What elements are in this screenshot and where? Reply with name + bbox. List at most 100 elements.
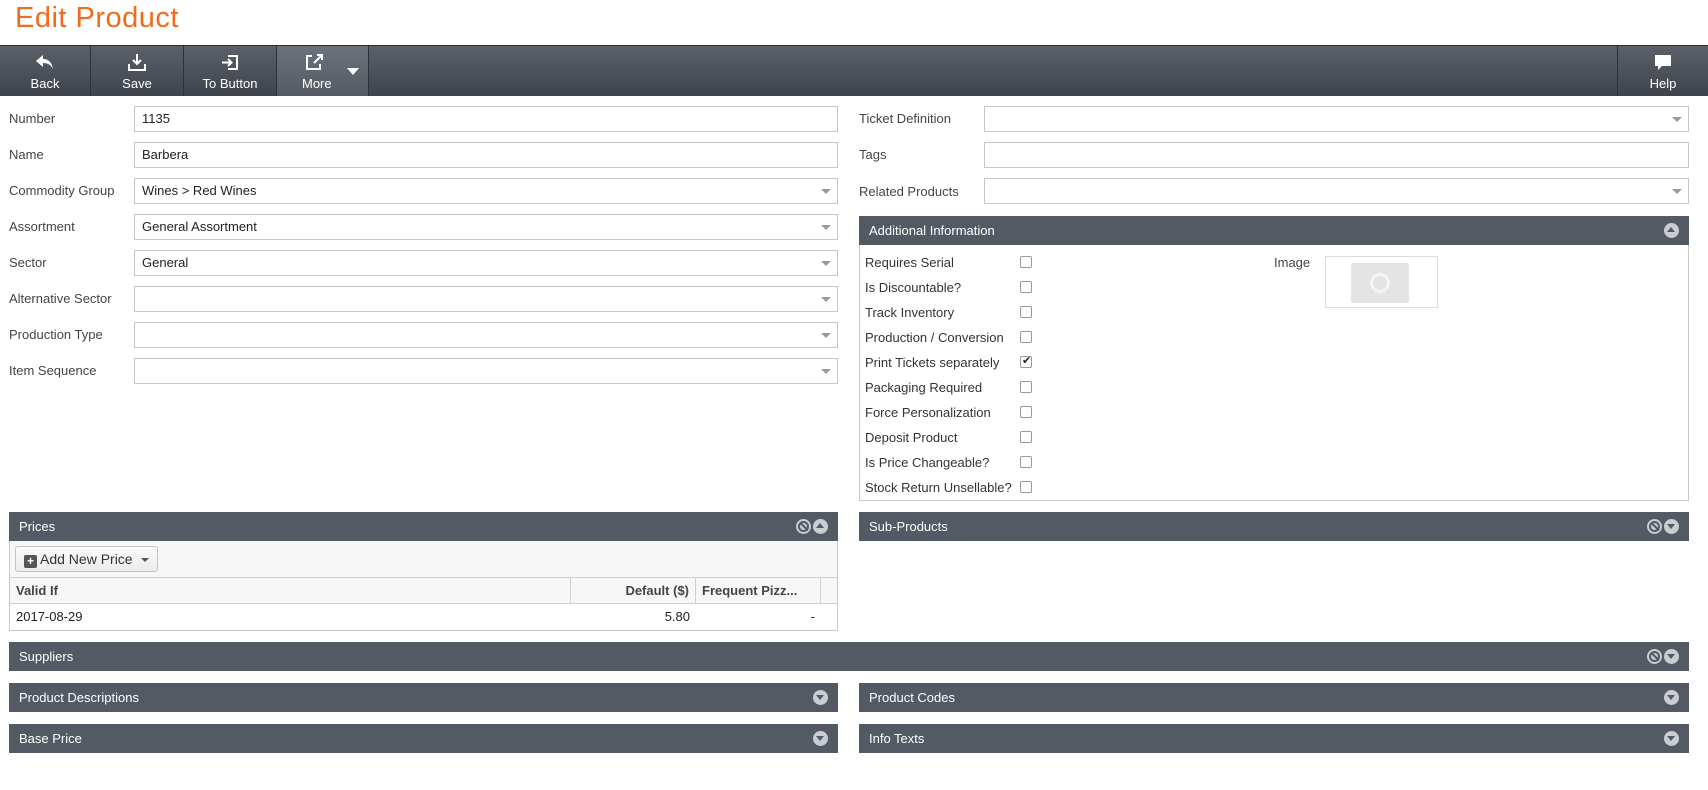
camera-icon	[1351, 263, 1409, 303]
back-label: Back	[30, 76, 60, 91]
alternative-sector-select[interactable]	[134, 286, 838, 312]
speech-bubble-icon	[1655, 55, 1671, 70]
name-input[interactable]: Barbera	[134, 142, 838, 168]
expand-icon[interactable]	[1664, 649, 1679, 664]
assortment-select[interactable]: General Assortment	[134, 214, 838, 240]
toolbar: Back Save To Button More Help	[0, 45, 1708, 96]
product-descriptions-header[interactable]: Product Descriptions	[9, 683, 838, 712]
checkbox[interactable]	[1020, 306, 1032, 318]
to-button-label: To Button	[202, 76, 258, 91]
additional-information-title: Additional Information	[869, 223, 995, 238]
checkbox-label: Production / Conversion	[865, 330, 1004, 345]
chevron-down-icon	[1672, 117, 1682, 122]
production-type-select[interactable]	[134, 322, 838, 348]
related-products-select[interactable]	[984, 178, 1689, 204]
cell-valid-if: 2017-08-29	[16, 609, 83, 624]
share-icon	[306, 54, 323, 70]
to-button-button[interactable]: To Button	[184, 46, 277, 96]
checkbox[interactable]	[1020, 354, 1032, 368]
prices-body: + Add New Price Valid If Default ($) Freq…	[9, 541, 838, 631]
checkbox[interactable]	[1020, 256, 1032, 268]
prices-table-header: Valid If Default ($) Frequent Pizz...	[10, 577, 837, 604]
cell-frequent: -	[810, 609, 815, 624]
chevron-down-icon	[1672, 189, 1682, 194]
additional-information-header[interactable]: Additional Information	[859, 216, 1689, 245]
prices-header[interactable]: Prices	[9, 512, 838, 541]
column-frequent[interactable]: Frequent Pizz...	[696, 578, 821, 603]
checkbox-label: Requires Serial	[865, 255, 954, 270]
checkbox[interactable]	[1020, 281, 1032, 293]
item-sequence-select[interactable]	[134, 358, 838, 384]
help-label: Help	[1649, 76, 1677, 91]
chevron-down-icon	[347, 68, 359, 75]
checkbox-label: Stock Return Unsellable?	[865, 480, 1012, 495]
chevron-down-icon	[140, 558, 149, 562]
name-label: Name	[9, 147, 44, 162]
help-button[interactable]: Help	[1617, 46, 1708, 96]
tags-input[interactable]	[984, 142, 1689, 168]
product-codes-header[interactable]: Product Codes	[859, 683, 1689, 712]
expand-icon[interactable]	[813, 731, 828, 746]
chevron-down-icon	[821, 261, 831, 266]
number-input[interactable]: 1135	[134, 106, 838, 132]
sign-in-icon	[222, 55, 238, 70]
clear-icon[interactable]	[1647, 519, 1662, 534]
suppliers-header[interactable]: Suppliers	[9, 642, 1689, 671]
chevron-down-icon	[821, 189, 831, 194]
product-descriptions-title: Product Descriptions	[19, 690, 139, 705]
checkbox[interactable]	[1020, 431, 1032, 443]
chevron-down-icon	[821, 369, 831, 374]
download-icon	[128, 54, 146, 71]
clear-icon[interactable]	[796, 519, 811, 534]
back-arrow-icon	[36, 55, 53, 69]
checkbox-label: Is Discountable?	[865, 280, 962, 295]
clear-icon[interactable]	[1647, 649, 1662, 664]
sector-select[interactable]: General	[134, 250, 838, 276]
image-label: Image	[1274, 255, 1311, 270]
assortment-value: General Assortment	[142, 219, 257, 234]
save-label: Save	[122, 76, 152, 91]
suppliers-title: Suppliers	[19, 649, 74, 664]
image-placeholder[interactable]	[1325, 256, 1438, 308]
expand-icon[interactable]	[1664, 731, 1679, 746]
info-texts-title: Info Texts	[869, 731, 925, 746]
collapse-icon[interactable]	[1664, 223, 1679, 238]
ticket-definition-label: Ticket Definition	[859, 111, 951, 126]
production-type-label: Production Type	[9, 327, 103, 342]
table-row[interactable]: 2017-08-29 5.80 -	[10, 604, 837, 630]
checkbox-label: Is Price Changeable?	[865, 455, 990, 470]
chevron-down-icon	[821, 333, 831, 338]
checkbox-label: Packaging Required	[865, 380, 983, 395]
checkbox[interactable]	[1020, 381, 1032, 393]
save-button[interactable]: Save	[91, 46, 184, 96]
expand-icon[interactable]	[1664, 519, 1679, 534]
assortment-label: Assortment	[9, 219, 75, 234]
base-price-header[interactable]: Base Price	[9, 724, 838, 753]
sector-value: General	[142, 255, 189, 270]
column-default[interactable]: Default ($)	[571, 578, 696, 603]
collapse-icon[interactable]	[813, 519, 828, 534]
expand-icon[interactable]	[813, 690, 828, 705]
checkbox-label: Force Personalization	[865, 405, 991, 420]
checkbox[interactable]	[1020, 406, 1032, 418]
checkbox[interactable]	[1020, 331, 1032, 343]
commodity-group-value: Wines > Red Wines	[142, 183, 257, 198]
expand-icon[interactable]	[1664, 690, 1679, 705]
sub-products-header[interactable]: Sub-Products	[859, 512, 1689, 541]
alternative-sector-label: Alternative Sector	[9, 291, 112, 306]
add-new-price-label: Add New Price	[40, 551, 133, 567]
more-button[interactable]: More	[277, 46, 369, 96]
column-valid-if[interactable]: Valid If	[10, 578, 571, 603]
tags-label: Tags	[859, 147, 887, 162]
checkbox[interactable]	[1020, 481, 1032, 493]
commodity-group-select[interactable]: Wines > Red Wines	[134, 178, 838, 204]
related-products-label: Related Products	[859, 184, 959, 199]
checkbox[interactable]	[1020, 456, 1032, 468]
back-button[interactable]: Back	[0, 46, 91, 96]
add-new-price-button[interactable]: + Add New Price	[15, 546, 158, 572]
ticket-definition-select[interactable]	[984, 106, 1689, 132]
info-texts-header[interactable]: Info Texts	[859, 724, 1689, 753]
plus-icon: +	[24, 555, 37, 568]
cell-default: 5.80	[664, 609, 690, 624]
chevron-down-icon	[821, 225, 831, 230]
